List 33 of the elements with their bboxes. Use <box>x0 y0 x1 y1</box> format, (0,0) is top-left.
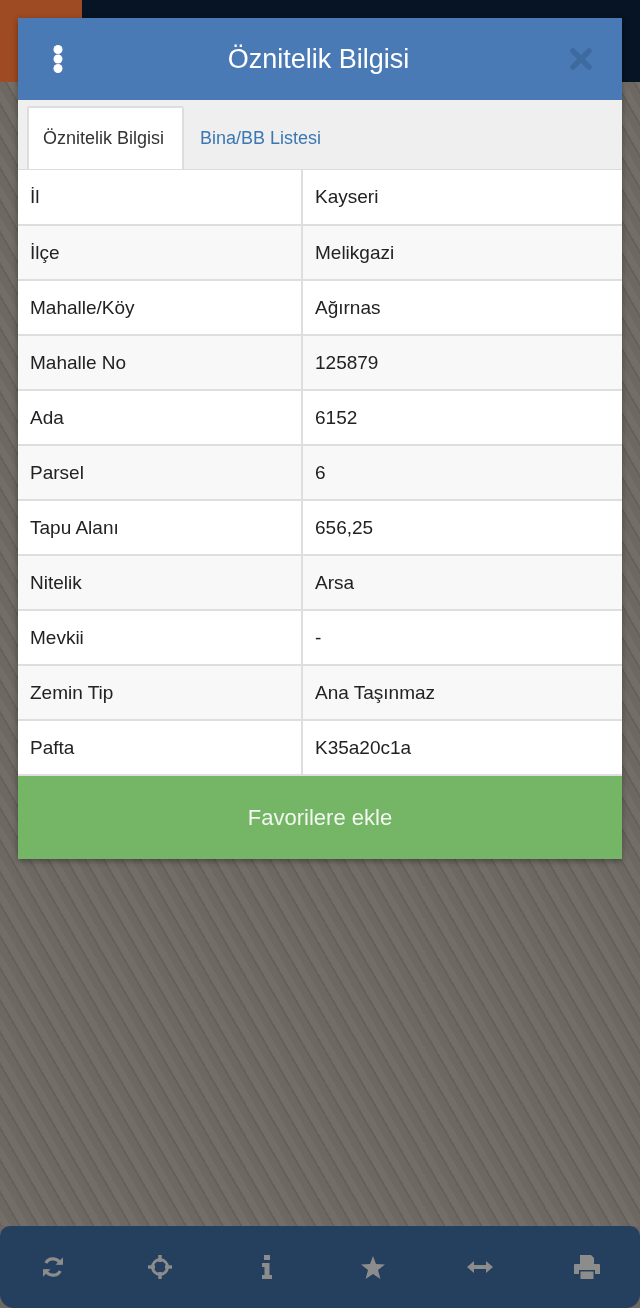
double-arrow-icon[interactable] <box>467 1261 493 1273</box>
attribute-value-cell: K35a20c1a <box>302 720 622 775</box>
attribute-value-cell: Arsa <box>302 555 622 610</box>
print-icon[interactable] <box>573 1255 600 1279</box>
attribute-value-cell: 6152 <box>302 390 622 445</box>
attribute-name-cell: Ada <box>18 390 302 445</box>
attribute-name-cell: Tapu Alanı <box>18 500 302 555</box>
attribute-name-cell: Mahalle No <box>18 335 302 390</box>
attribute-value-cell: 656,25 <box>302 500 622 555</box>
attribute-name-cell: Mevkii <box>18 610 302 665</box>
attribute-name-cell: İl <box>18 170 302 225</box>
attribute-name-cell: Mahalle/Köy <box>18 280 302 335</box>
attribute-name-cell: Pafta <box>18 720 302 775</box>
attribute-value-cell: Melikgazi <box>302 225 622 280</box>
attribute-name-cell: İlçe <box>18 225 302 280</box>
tab[interactable]: Öznitelik Bilgisi <box>27 106 185 169</box>
refresh-icon[interactable] <box>41 1255 66 1279</box>
menu-icon[interactable] <box>53 45 63 73</box>
dialog-title: Öznitelik Bilgisi <box>226 43 411 76</box>
tab[interactable]: Bina/BB Listesi <box>184 106 342 169</box>
attribute-value-cell: Kayseri <box>302 170 622 225</box>
attribute-value-cell: Ana Taşınmaz <box>302 665 622 720</box>
attribute-name-cell: Zemin Tip <box>18 665 302 720</box>
info-icon[interactable] <box>261 1255 272 1279</box>
attribute-value-cell: 6 <box>302 445 622 500</box>
attribute-value-cell: Ağırnas <box>302 280 622 335</box>
attribute-name-cell: Nitelik <box>18 555 302 610</box>
crosshair-icon[interactable] <box>148 1255 172 1279</box>
star-icon[interactable] <box>361 1255 386 1279</box>
attribute-value-cell: 125879 <box>302 335 622 390</box>
attribute-value-cell: - <box>302 610 622 665</box>
attribute-name-cell: Parsel <box>18 445 302 500</box>
add-to-favorites-button[interactable]: Favorilere ekle <box>18 776 622 859</box>
